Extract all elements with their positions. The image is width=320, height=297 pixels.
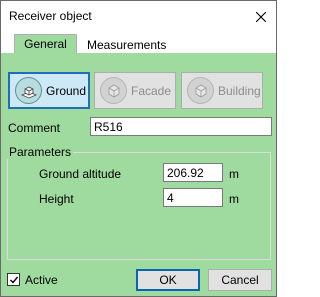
tab-general[interactable]: General <box>14 34 77 53</box>
tab-measurements-label: Measurements <box>87 37 167 52</box>
active-label[interactable]: Active <box>25 273 58 287</box>
active-checkbox[interactable] <box>7 273 20 286</box>
window-title: Receiver object <box>9 9 92 23</box>
ground-altitude-unit: m <box>229 167 239 181</box>
height-unit: m <box>229 192 239 206</box>
comment-input[interactable] <box>90 117 272 136</box>
ok-button-label: OK <box>159 273 177 287</box>
tab-strip: General Measurements <box>1 32 276 53</box>
building-button[interactable]: Building <box>181 72 263 109</box>
cancel-button[interactable]: Cancel <box>208 269 272 291</box>
comment-label: Comment <box>8 121 61 135</box>
parameters-title: Parameters <box>7 145 74 159</box>
ground-button-label: Ground <box>46 83 87 98</box>
ok-button[interactable]: OK <box>136 269 200 291</box>
title-bar: Receiver object <box>1 1 276 32</box>
close-icon <box>256 11 266 22</box>
tab-general-label: General <box>24 37 67 51</box>
checkmark-icon <box>9 276 18 284</box>
building-button-label: Building <box>218 83 261 98</box>
facade-button[interactable]: Facade <box>94 72 176 109</box>
facade-button-label: Facade <box>131 83 172 98</box>
ground-icon <box>15 77 42 104</box>
height-input[interactable] <box>163 188 223 207</box>
building-icon <box>187 77 214 104</box>
cancel-button-label: Cancel <box>221 273 259 287</box>
height-label: Height <box>39 192 74 206</box>
ground-altitude-input[interactable] <box>163 163 223 182</box>
ground-altitude-label: Ground altitude <box>39 167 122 181</box>
tab-measurements[interactable]: Measurements <box>81 36 172 53</box>
close-button[interactable] <box>246 1 276 32</box>
receiver-object-dialog: Receiver object General Measurements Gro… <box>0 0 277 297</box>
ground-button[interactable]: Ground <box>8 72 90 109</box>
facade-icon <box>100 77 127 104</box>
